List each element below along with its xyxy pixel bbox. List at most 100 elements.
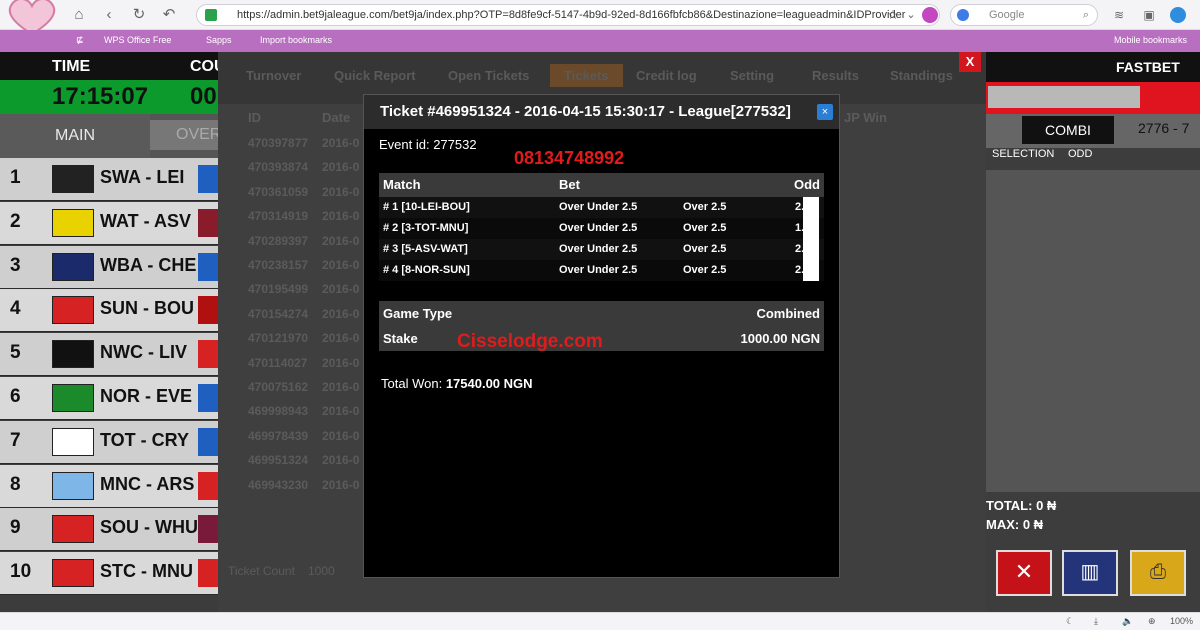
race-match: NWC - LIV [100,342,187,363]
ticket-date: 2016-0 [322,160,360,175]
race-row[interactable]: 9 SOU - WHU [0,508,218,552]
home-icon[interactable]: ⌂ [70,6,88,24]
ticket-id[interactable]: 470195499 [248,282,308,296]
admin-tab[interactable]: Tickets [550,64,623,87]
admin-tab[interactable]: Setting [730,68,774,83]
zoom-icon[interactable]: ⊕ [1148,616,1156,627]
total-won: Total Won: 17540.00 NGN [381,376,533,391]
admin-tab[interactable]: Open Tickets [448,68,529,83]
ticket-id[interactable]: 469943230 [248,478,308,492]
tab-combi[interactable]: COMBI [1022,116,1114,144]
overlay-close-button[interactable]: X [959,52,981,72]
reload-icon[interactable]: ↻ [130,6,148,24]
ticket-id[interactable]: 469998943 [248,404,308,418]
race-number: 10 [10,561,32,583]
admin-tab[interactable]: Results [812,68,859,83]
search-input[interactable]: Google ⌕ [950,4,1098,26]
bet-slip-list[interactable] [986,170,1200,492]
chevron-down-icon[interactable]: ⌄ [902,6,920,24]
race-row[interactable]: 3 WBA - CHE [0,245,218,289]
ticket-id[interactable]: 470238157 [248,258,308,272]
ticket-date: 2016-0 [322,355,360,370]
ticket-id[interactable]: 470361059 [248,185,308,199]
address-bar[interactable]: https://admin.bet9jaleague.com/bet9ja/in… [196,4,940,26]
race-row[interactable]: 5 NWC - LIV [0,333,218,377]
extension-icon[interactable] [922,7,938,23]
tab-over[interactable]: OVER [150,120,221,150]
event-id: Event id: 277532 [379,137,477,152]
print-button[interactable]: ⎙ [1130,550,1186,596]
race-row[interactable]: 2 WAT - ASV [0,201,218,245]
ticket-id[interactable]: 470314919 [248,209,308,223]
bet-market: Over Under 2.5 [559,222,638,234]
bookmark-mobile[interactable]: Mobile bookmarks [1114,35,1187,45]
race-row[interactable]: 4 SUN - BOU [0,289,218,333]
night-mode-icon[interactable]: ☾ [1066,616,1074,627]
ticket-id[interactable]: 469951324 [248,453,308,467]
home-kit-icon [52,296,94,325]
fastbet-input[interactable] [988,86,1140,108]
bookmarks-menu-icon[interactable]: ⋢ [76,35,84,46]
ticket-modal: Ticket #469951324 - 2016-04-15 15:30:17 … [363,94,840,578]
ticket-id[interactable]: 470121970 [248,331,308,345]
away-kit-icon [198,384,218,412]
ticket-date: 2016-0 [322,282,360,297]
away-kit-icon [198,559,218,588]
race-number: 7 [10,429,21,451]
clear-button[interactable]: ✕ [996,550,1052,596]
bet-row: # 2 [3-TOT-MNU] Over Under 2.5 Over 2.5 1. [379,218,824,239]
barcode-button[interactable]: ▥ [1062,550,1118,596]
tabs-icon[interactable]: ▣ [1140,6,1158,24]
header-odd: Odd [794,177,820,192]
bet-market: Over Under 2.5 [559,264,638,276]
admin-tab[interactable]: Turnover [246,68,301,83]
col-id: ID [248,110,261,125]
ticket-id[interactable]: 470393874 [248,160,308,174]
race-row[interactable]: 1 SWA - LEI [0,158,218,201]
ticket-id[interactable]: 470154274 [248,307,308,321]
ticket-date: 2016-0 [322,136,360,150]
ticket-id[interactable]: 470397877 [248,136,308,150]
slip-total: TOTAL: 0 ₦ [986,498,1057,513]
ticket-date: 2016-0 [322,209,360,224]
race-row[interactable]: 8 MNC - ARS [0,464,218,508]
phone-watermark: 08134748992 [514,148,625,168]
race-row[interactable]: 7 TOT - CRY [0,420,218,464]
ticket-summary: Game Type Combined Stake 1000.00 NGN Cis… [379,301,824,352]
ticket-id[interactable]: 470075162 [248,380,308,394]
game-type-value: Combined [756,306,820,321]
fastbet-header: FASTBET [986,52,1200,82]
bookmark-sapps[interactable]: Sapps [206,35,232,45]
undo-icon[interactable]: ↶ [160,6,178,24]
download-icon[interactable]: ⤓ [1094,616,1098,627]
game-type-label: Game Type [383,306,453,321]
home-kit-icon [52,515,94,544]
race-row[interactable]: 10 STC - MNU [0,552,218,596]
tab-main[interactable]: MAIN [0,114,150,158]
total-won-value: 17540.00 NGN [445,376,533,391]
ticket-id[interactable]: 470289397 [248,234,308,248]
race-number: 3 [10,254,21,276]
away-kit-icon [198,208,218,237]
account-icon[interactable] [1170,7,1186,23]
bet-pick: Over 2.5 [683,243,727,255]
ticket-id[interactable]: 469978439 [248,429,308,443]
race-match: TOT - CRY [100,429,189,450]
race-row[interactable]: 6 NOR - EVE [0,377,218,420]
star-icon[interactable]: ☆ [884,6,902,24]
search-icon[interactable]: ⌕ [1083,5,1089,25]
admin-tab[interactable]: Standings [890,68,953,83]
home-kit-icon [52,340,94,369]
ticket-id[interactable]: 470114027 [248,356,307,370]
race-match: MNC - ARS [100,473,195,494]
back-icon[interactable]: ‹ [100,6,118,24]
mute-icon[interactable]: 🔈 [1122,616,1133,627]
secure-lock-icon [205,9,217,21]
admin-tab[interactable]: Credit log [636,68,697,83]
bookmark-import[interactable]: Import bookmarks [260,35,332,45]
bookmark-wps[interactable]: WPS Office Free [104,35,171,45]
modal-close-button[interactable]: × [817,104,833,120]
home-kit-icon [52,471,94,500]
wifi-icon[interactable]: ≋ [1110,6,1128,24]
admin-tab[interactable]: Quick Report [334,68,416,83]
